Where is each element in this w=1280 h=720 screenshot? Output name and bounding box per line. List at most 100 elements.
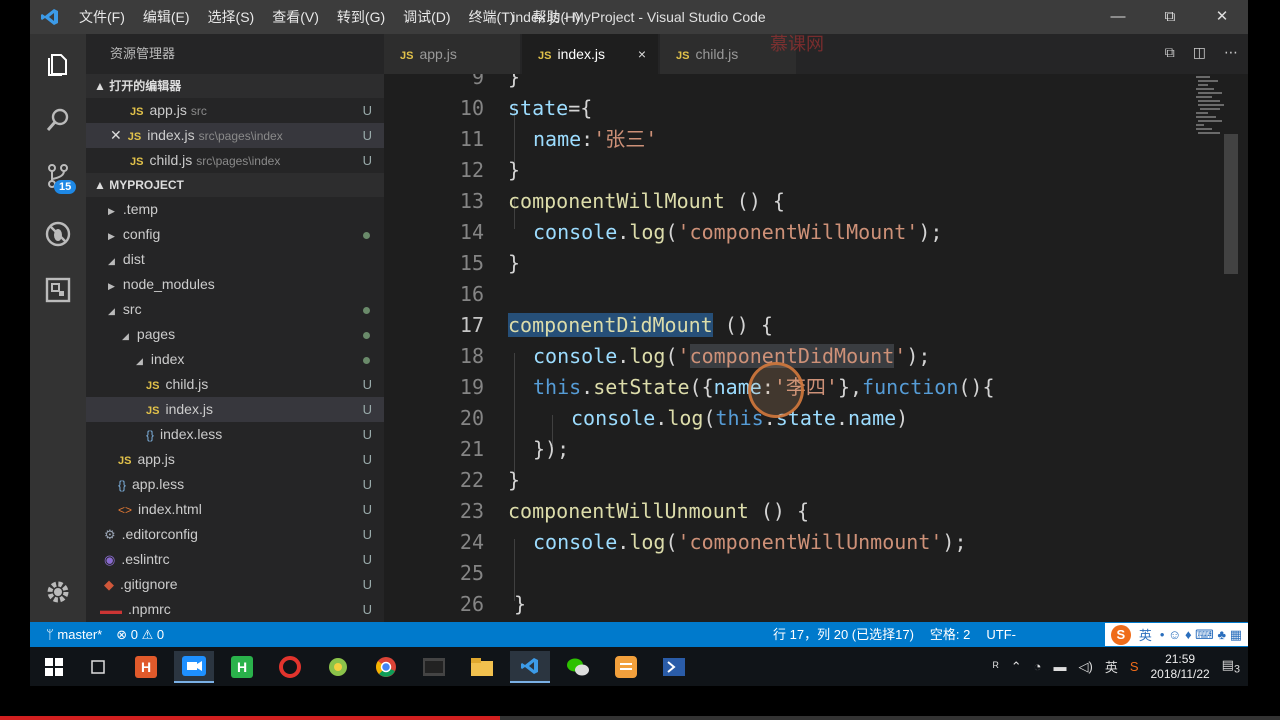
ime-toolbar[interactable]: S 英 • ☺ ♦ ⌨ ♣ ▦ [1104, 623, 1248, 646]
cursor-position-status[interactable]: 行 17，列 20 (已选择17) [773, 622, 914, 647]
menu-terminal[interactable]: 终端(T) [460, 0, 524, 34]
split-editor-icon[interactable]: ◫ [1193, 44, 1206, 61]
chevron-down-icon: ◢ [108, 306, 115, 316]
tree-file[interactable]: <> index.html U [86, 497, 384, 522]
chevron-right-icon: ▶ [108, 206, 115, 216]
tab-index-js[interactable]: JS index.js × [522, 34, 658, 74]
js-file-icon: JS [676, 50, 690, 62]
open-editor-item[interactable]: JS app.js src U [86, 98, 384, 123]
menu-selection[interactable]: 选择(S) [199, 0, 264, 34]
ime-language[interactable]: 英 [1139, 625, 1152, 644]
chevron-down-icon: ◢ [136, 356, 143, 366]
hbuilder-app-icon[interactable]: H [126, 651, 166, 683]
tree-file[interactable]: {} app.less U [86, 472, 384, 497]
notification-center-icon[interactable]: ▤3 [1222, 657, 1240, 676]
explorer-icon[interactable] [30, 36, 86, 92]
minimap[interactable] [1194, 74, 1224, 144]
tree-label: node_modules [122, 276, 215, 292]
indentation-status[interactable]: 空格: 2 [930, 622, 970, 647]
chameleon-app-icon[interactable] [318, 651, 358, 683]
vertical-scrollbar[interactable] [1224, 134, 1238, 274]
wifi-icon[interactable]: ◔ [1034, 659, 1042, 674]
minimize-button[interactable]: — [1092, 0, 1144, 34]
battery-icon[interactable]: ▬ [1053, 659, 1066, 674]
more-actions-icon[interactable]: ⋯ [1224, 44, 1238, 61]
activity-bar: 15 [30, 34, 86, 622]
menu-help[interactable]: 帮助(H) [523, 0, 588, 34]
video-progress-remaining[interactable] [500, 716, 1280, 720]
source-control-icon[interactable]: 15 [30, 148, 86, 204]
tree-folder[interactable]: ◢ dist [86, 247, 384, 272]
search-icon[interactable] [30, 92, 86, 148]
tree-folder[interactable]: ◢ pages [86, 322, 384, 347]
problems-status[interactable]: ⊗ 0 ⚠ 0 [116, 622, 164, 647]
sogou-tray-icon[interactable]: S [1130, 659, 1139, 674]
close-editor-icon[interactable]: ✕ [110, 127, 122, 143]
watermark-logo: 慕课网 [770, 34, 824, 54]
line-number: 12 [459, 158, 484, 182]
tree-folder[interactable]: ▶ node_modules [86, 272, 384, 297]
tray-language[interactable]: 英 [1105, 657, 1118, 676]
tree-folder[interactable]: ▶ .temp [86, 197, 384, 222]
windows-start-icon[interactable] [34, 651, 74, 683]
notification-count: 3 [1233, 663, 1240, 676]
line-number: 14 [459, 220, 484, 244]
project-header[interactable]: ▲ MYPROJECT [86, 173, 384, 197]
tree-file[interactable]: JS app.js U [86, 447, 384, 472]
menu-file[interactable]: 文件(F) [70, 0, 134, 34]
video-progress-played[interactable] [0, 716, 500, 720]
close-tab-icon[interactable]: × [638, 34, 646, 74]
tab-app-js[interactable]: JS app.js [384, 34, 520, 74]
open-editors-header[interactable]: ▲ 打开的编辑器 [86, 74, 384, 98]
menu-view[interactable]: 查看(V) [263, 0, 328, 34]
window-controls: — ⧉ ✕ [1092, 0, 1248, 34]
encoding-status[interactable]: UTF- [986, 622, 1016, 647]
powershell-icon[interactable] [654, 651, 694, 683]
open-editor-item[interactable]: JS child.js src\pages\index U [86, 148, 384, 173]
chevron-up-icon[interactable]: ⌃ [1011, 659, 1022, 675]
red-app-icon[interactable] [270, 651, 310, 683]
taskbar-clock[interactable]: 21:59 2018/11/22 [1151, 652, 1210, 682]
js-file-icon: JS [130, 106, 144, 118]
git-branch-status[interactable]: ᛘ master* [46, 622, 102, 647]
code-editor[interactable]: 9} 10 state={ 11 name:'张三' 12} 13 component… [384, 74, 1238, 622]
tree-label: index.js [165, 401, 213, 417]
eslint-file-icon: ◉ [104, 552, 116, 567]
hbuilderx-app-icon[interactable]: H [222, 651, 262, 683]
notes-app-icon[interactable] [606, 651, 646, 683]
tree-file[interactable]: JS child.js U [86, 372, 384, 397]
tree-file-selected[interactable]: JS index.js U [86, 397, 384, 422]
menu-debug[interactable]: 调试(D) [394, 0, 459, 34]
ime-tool-icons[interactable]: • ☺ ♦ ⌨ ♣ ▦ [1160, 627, 1242, 643]
video-recorder-app-icon[interactable] [174, 651, 214, 683]
chrome-icon[interactable] [366, 651, 406, 683]
tree-file[interactable]: {} index.less U [86, 422, 384, 447]
wechat-icon[interactable] [558, 651, 598, 683]
file-explorer-icon[interactable] [462, 651, 502, 683]
settings-gear-icon[interactable] [30, 564, 86, 620]
open-editor-item-active[interactable]: ✕ JS index.js src\pages\index U [86, 123, 384, 148]
people-icon[interactable]: ᴿ [993, 659, 999, 674]
tree-file[interactable]: ◆ .gitignore U [86, 572, 384, 597]
volume-icon[interactable]: ◁) [1078, 659, 1092, 675]
menu-go[interactable]: 转到(G) [328, 0, 394, 34]
git-status: U [362, 602, 372, 617]
restore-button[interactable]: ⧉ [1144, 0, 1196, 34]
git-status: U [362, 502, 372, 517]
tree-file[interactable]: ▬▬ .npmrc U [86, 597, 384, 622]
task-view-icon[interactable] [78, 651, 118, 683]
tree-file[interactable]: ◉ .eslintrc U [86, 547, 384, 572]
terminal-app-icon[interactable] [414, 651, 454, 683]
open-preview-icon[interactable]: ⧉ [1165, 44, 1175, 61]
menu-edit[interactable]: 编辑(E) [134, 0, 199, 34]
sogou-ime-icon[interactable]: S [1110, 624, 1131, 645]
tree-folder[interactable]: ◢ index [86, 347, 384, 372]
tree-file[interactable]: ⚙ .editorconfig U [86, 522, 384, 547]
extensions-icon[interactable] [30, 262, 86, 318]
file-path: src [190, 104, 207, 118]
tree-folder[interactable]: ◢ src [86, 297, 384, 322]
close-window-button[interactable]: ✕ [1196, 0, 1248, 34]
tree-folder[interactable]: ▶ config [86, 222, 384, 247]
debug-icon[interactable] [30, 206, 86, 262]
vscode-taskbar-icon[interactable] [510, 651, 550, 683]
